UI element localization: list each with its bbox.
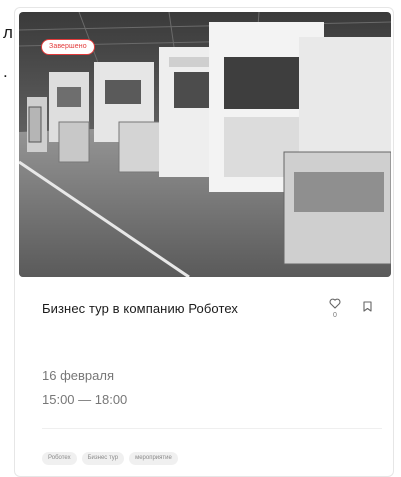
tag[interactable]: мероприятие — [129, 452, 178, 465]
tag-list: Роботех Бизнес тур мероприятие — [42, 452, 178, 465]
status-badge: Завершено — [41, 39, 95, 55]
tag[interactable]: Бизнес тур — [81, 452, 125, 465]
like-button[interactable]: 0 — [327, 298, 343, 326]
event-date: 16 февраля — [42, 368, 114, 383]
tag[interactable]: Роботех — [42, 452, 77, 465]
event-time: 15:00 — 18:00 — [42, 392, 128, 407]
event-title[interactable]: Бизнес тур в компанию Роботех — [42, 301, 238, 316]
divider — [42, 428, 382, 429]
clipped-text-fragment: л — [3, 23, 13, 42]
heart-icon — [327, 298, 343, 309]
bookmark-icon[interactable] — [363, 299, 372, 317]
clipped-text-fragment: . — [3, 62, 8, 81]
event-photo[interactable]: Завершено — [19, 12, 391, 277]
like-count: 0 — [333, 312, 337, 319]
event-card[interactable]: Завершено Бизнес тур в компанию Роботех … — [14, 7, 394, 477]
